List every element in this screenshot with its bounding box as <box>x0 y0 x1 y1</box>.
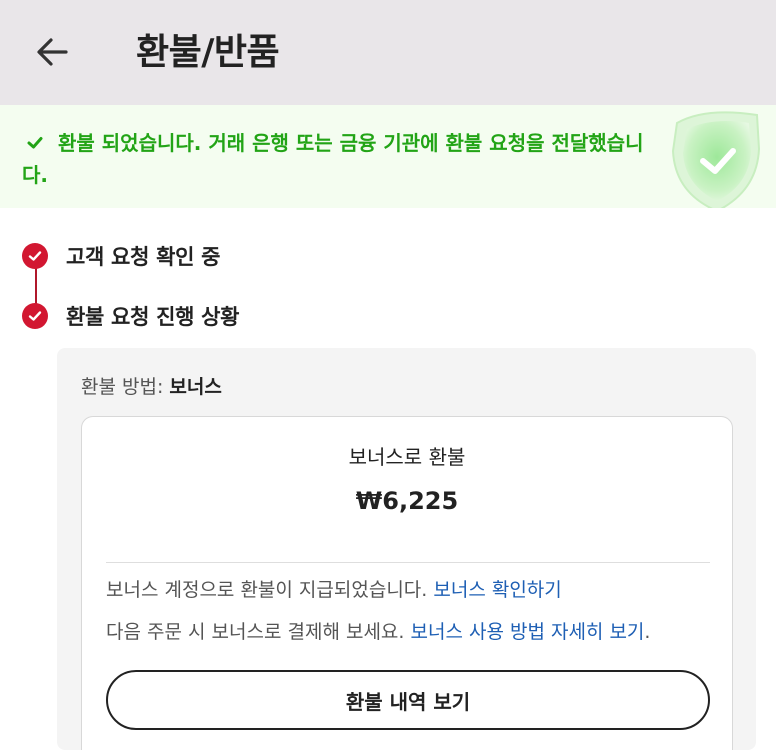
refund-card: 보너스로 환불 ₩6,225 보너스 계정으로 환불이 지급되었습니다. 보너스… <box>81 416 733 750</box>
bonus-usage-link[interactable]: 보너스 사용 방법 자세히 보기 <box>410 621 644 643</box>
arrow-left-icon <box>37 38 68 66</box>
card-title: 보너스로 환불 <box>348 445 466 469</box>
check-bonus-link[interactable]: 보너스 확인하기 <box>433 579 561 601</box>
refund-method-value: 보너스 <box>169 376 222 398</box>
success-message: 환불 되었습니다. 거래 은행 또는 금융 기관에 환불 요청을 전달했습니다. <box>22 131 644 187</box>
bonus-usage-line: 다음 주문 시 보너스로 결제해 보세요. 보너스 사용 방법 자세히 보기. <box>106 617 650 644</box>
step-check-icon <box>22 243 48 269</box>
refund-history-button[interactable]: 환불 내역 보기 <box>106 670 710 730</box>
refund-amount: ₩6,225 <box>355 487 459 515</box>
refund-method-label: 환불 방법: <box>81 376 170 398</box>
step-check-icon <box>22 303 48 329</box>
page-title: 환불/반품 <box>136 32 280 73</box>
timeline-step-refund-progress: 환불 요청 진행 상황 <box>22 300 240 332</box>
step-label: 환불 요청 진행 상황 <box>66 305 240 329</box>
bonus-usage-suffix: . <box>644 621 651 643</box>
bonus-credited-line: 보너스 계정으로 환불이 지급되었습니다. 보너스 확인하기 <box>106 575 562 602</box>
refund-method-panel: 환불 방법: 보너스 보너스로 환불 ₩6,225 보너스 계정으로 환불이 지… <box>57 348 756 750</box>
app-bar: 환불/반품 <box>0 0 776 105</box>
bonus-credited-text: 보너스 계정으로 환불이 지급되었습니다. <box>106 579 434 601</box>
success-banner: 환불 되었습니다. 거래 은행 또는 금융 기관에 환불 요청을 전달했습니다. <box>0 105 776 208</box>
back-button[interactable] <box>30 30 74 74</box>
step-label: 고객 요청 확인 중 <box>66 245 221 269</box>
refund-method: 환불 방법: 보너스 <box>81 372 222 399</box>
divider <box>106 562 710 563</box>
timeline-step-customer-review: 고객 요청 확인 중 <box>22 240 220 272</box>
shield-check-icon <box>671 111 761 208</box>
bonus-usage-text: 다음 주문 시 보너스로 결제해 보세요. <box>106 621 411 643</box>
